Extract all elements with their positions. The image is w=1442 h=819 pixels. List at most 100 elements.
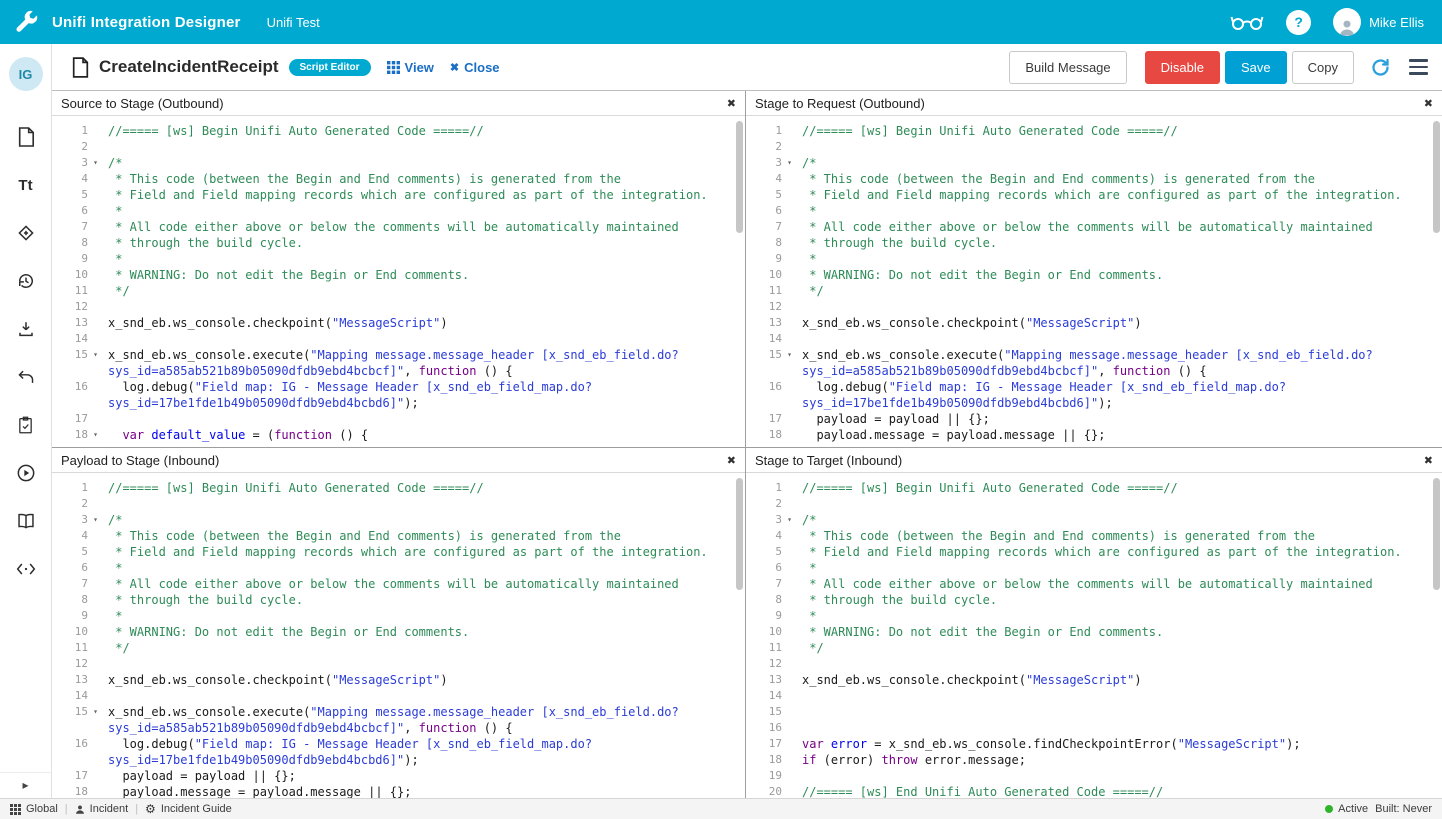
panel-close-icon[interactable]: ✖ [727,454,736,467]
fold-arrow-icon[interactable]: ▾ [88,347,103,363]
user-menu[interactable]: Mike Ellis [1333,8,1424,36]
code-text: /* [797,512,1442,528]
panel-close-icon[interactable]: ✖ [1424,97,1433,110]
code-text: * through the build cycle. [103,592,745,608]
line-number: 9 [52,251,88,267]
app-logo[interactable] [0,10,52,34]
view-label: View [405,60,434,75]
scrollbar-thumb[interactable] [736,478,743,590]
code-line: 3▾/* [52,155,745,171]
code-text: x_snd_eb.ws_console.execute("Mapping mes… [797,347,1442,379]
text-format-icon[interactable]: Tt [16,175,36,195]
code-text: x_snd_eb.ws_console.checkpoint("MessageS… [797,315,1442,331]
menu-icon[interactable] [1409,59,1428,75]
save-button[interactable]: Save [1225,51,1287,84]
global-scope-item[interactable]: Global [10,803,58,815]
line-number: 6 [52,203,88,219]
line-number: 4 [52,528,88,544]
separator: | [65,803,68,815]
code-line: 18 payload.message = payload.message || … [52,784,745,798]
code-line: 4 * This code (between the Begin and End… [746,171,1442,187]
code-text: * This code (between the Begin and End c… [103,528,745,544]
code-editor[interactable]: 1//===== [ws] Begin Unifi Auto Generated… [746,473,1442,798]
docs-icon[interactable] [16,511,36,531]
scrollbar-thumb[interactable] [736,121,743,233]
integration-avatar[interactable]: IG [9,57,43,91]
field-map-icon[interactable] [16,223,36,243]
incident-guide-item[interactable]: ⚙ Incident Guide [145,803,232,815]
code-line: 10 * WARNING: Do not edit the Begin or E… [52,267,745,283]
code-text: x_snd_eb.ws_console.checkpoint("MessageS… [103,672,745,688]
build-message-button[interactable]: Build Message [1009,51,1126,84]
code-line: 7 * All code either above or below the c… [746,576,1442,592]
code-line: 11 */ [746,640,1442,656]
history-icon[interactable] [16,271,36,291]
incident-item[interactable]: Incident [75,803,129,815]
code-text: * Field and Field mapping records which … [103,544,745,560]
tasks-icon[interactable] [16,415,36,435]
fold-arrow-icon[interactable]: ▾ [88,512,103,528]
line-number: 17 [746,411,782,427]
panel-close-icon[interactable]: ✖ [1424,454,1433,467]
code-icon[interactable] [16,559,36,579]
code-line: 2 [746,496,1442,512]
code-text [797,331,1442,347]
code-line: 9 * [746,608,1442,624]
help-button[interactable]: ? [1286,10,1311,35]
app-title: Unifi Integration Designer [52,14,241,31]
fold-arrow-icon[interactable]: ▾ [782,155,797,171]
code-text [797,720,1442,736]
code-line: 4 * This code (between the Begin and End… [52,528,745,544]
code-text: * WARNING: Do not edit the Begin or End … [797,267,1442,283]
code-editor[interactable]: 1//===== [ws] Begin Unifi Auto Generated… [746,116,1442,447]
view-link[interactable]: View [387,60,434,75]
fold-arrow-icon[interactable]: ▾ [88,427,103,443]
code-text: /* [103,512,745,528]
code-text: * Field and Field mapping records which … [797,544,1442,560]
panel-close-icon[interactable]: ✖ [727,97,736,110]
code-line: 13x_snd_eb.ws_console.checkpoint("Messag… [52,672,745,688]
line-number: 16 [52,736,88,752]
sidebar-expand-arrow[interactable]: ▸ [0,772,51,792]
code-editor[interactable]: 1//===== [ws] Begin Unifi Auto Generated… [52,473,745,798]
close-link[interactable]: ✖ Close [450,60,500,75]
incident-label: Incident [90,803,129,815]
scrollbar-thumb[interactable] [1433,121,1440,233]
fold-arrow-icon[interactable]: ▾ [88,155,103,171]
code-line: 4 * This code (between the Begin and End… [746,528,1442,544]
document-icon[interactable] [16,127,36,147]
line-number: 3 [52,155,88,171]
code-line: 7 * All code either above or below the c… [52,576,745,592]
code-line: 15▾x_snd_eb.ws_console.execute("Mapping … [52,347,745,379]
fold-arrow-icon[interactable]: ▾ [782,347,797,363]
line-number: 5 [52,544,88,560]
line-number: 7 [52,576,88,592]
scrollbar-thumb[interactable] [1433,478,1440,590]
code-line: 10 * WARNING: Do not edit the Begin or E… [746,267,1442,283]
global-label: Global [26,803,58,815]
refresh-icon[interactable] [1370,57,1391,78]
copy-button[interactable]: Copy [1292,51,1354,84]
fold-arrow-icon[interactable]: ▾ [782,512,797,528]
import-icon[interactable] [16,319,36,339]
revert-icon[interactable] [16,367,36,387]
code-line: 14 [746,688,1442,704]
code-text: */ [797,283,1442,299]
panel-title: Payload to Stage (Inbound) [61,453,727,468]
code-text: * Field and Field mapping records which … [797,187,1442,203]
line-number: 13 [52,315,88,331]
disable-button[interactable]: Disable [1145,51,1220,84]
script-document-icon [72,57,89,78]
code-line: 17 [52,411,745,427]
code-editor[interactable]: 1//===== [ws] Begin Unifi Auto Generated… [52,116,745,447]
line-number: 5 [746,544,782,560]
run-icon[interactable] [16,463,36,483]
app-root: Unifi Integration Designer Unifi Test ? … [0,0,1442,819]
environment-link[interactable]: Unifi Test [267,15,320,30]
preview-glasses-icon[interactable] [1230,13,1264,31]
code-text: //===== [ws] Begin Unifi Auto Generated … [103,123,745,139]
fold-arrow-icon[interactable]: ▾ [88,704,103,720]
line-number: 19 [746,768,782,784]
line-number: 15 [52,704,88,720]
view-grid-icon [387,61,400,74]
